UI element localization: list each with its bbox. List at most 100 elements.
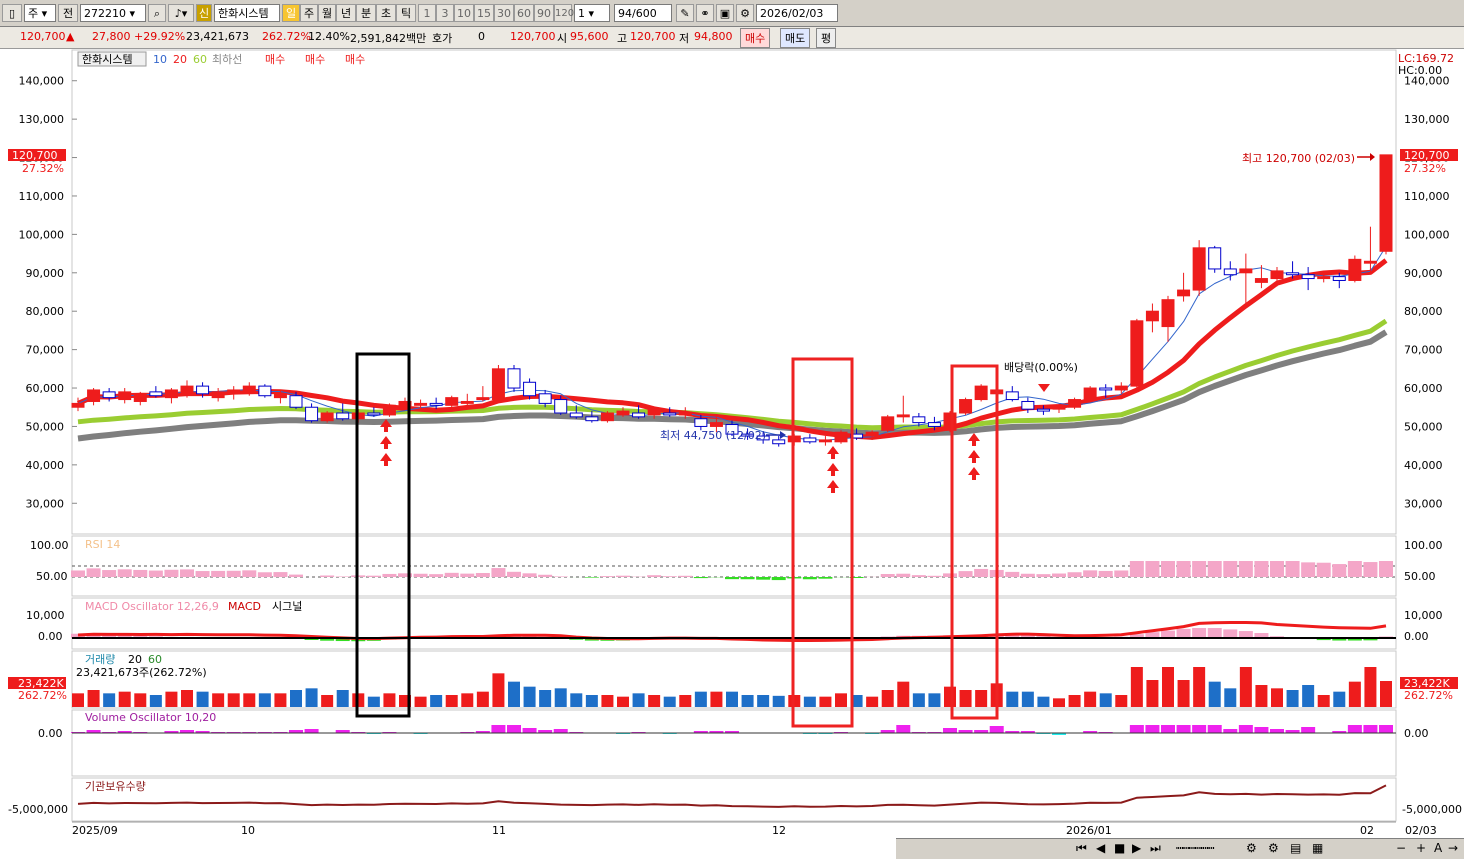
interval-15[interactable]: 15 <box>474 4 494 22</box>
volume-bar <box>1380 681 1392 707</box>
volume-bar <box>1193 667 1205 707</box>
period-select[interactable]: 주 ▾ <box>24 4 56 22</box>
rsi-bar <box>1005 572 1019 577</box>
volume-bar <box>742 695 754 707</box>
tab-day[interactable]: 일 <box>282 4 300 22</box>
y-tick-label-left: 40,000 <box>26 459 65 472</box>
candle-body <box>383 405 395 415</box>
save-icon[interactable]: ▣ <box>716 4 734 22</box>
scroll-track-icon[interactable]: ┉┉┉┉┉┉ <box>1176 841 1213 855</box>
interval-60[interactable]: 60 <box>514 4 534 22</box>
legend-lowline: 최하선 <box>212 52 242 66</box>
rsi-bar <box>273 572 287 577</box>
inst-tick-right: -5,000,000 <box>1402 803 1462 816</box>
price-tag-left: 120,700 <box>12 149 58 162</box>
rsi-bar <box>896 574 910 577</box>
tool-a-icon[interactable]: ⚙ <box>1268 841 1279 855</box>
link-icon[interactable]: ⚭ <box>696 4 714 22</box>
candle-body <box>633 413 645 417</box>
tab-week[interactable]: 주 <box>300 4 318 22</box>
candle-body <box>944 413 956 430</box>
stop-icon[interactable]: ■ <box>1114 841 1125 855</box>
eval-button[interactable]: 평 <box>816 28 836 48</box>
rsi-bar <box>663 576 677 577</box>
tab-tick[interactable]: 틱 <box>396 4 416 22</box>
candle-body <box>1224 269 1236 275</box>
bid-qty: 0 <box>478 30 485 43</box>
rsi-bar <box>772 577 786 580</box>
legend-ma10: 10 <box>153 53 167 66</box>
rsi-bar <box>1021 574 1035 577</box>
volume-bar <box>477 692 489 707</box>
plus-icon[interactable]: + <box>1416 841 1426 855</box>
arrow-right-icon[interactable]: → <box>1448 841 1458 855</box>
y-tick-label-right: 70,000 <box>1404 344 1443 357</box>
vosc-bar <box>554 729 568 733</box>
tab-second[interactable]: 초 <box>376 4 396 22</box>
low-value: 94,800 <box>694 30 733 43</box>
candle-body <box>835 432 847 442</box>
next-icon[interactable]: ▶ <box>1132 841 1141 855</box>
rsi-bar <box>1348 561 1362 577</box>
date-field[interactable]: 2026/02/03 <box>756 4 838 22</box>
volume-bar <box>337 690 349 707</box>
rsi-bar <box>1223 561 1237 577</box>
price-tag-right-pct: 27.32% <box>1404 162 1446 175</box>
candle-body <box>1178 290 1190 296</box>
prev-button[interactable]: 전 <box>58 4 78 22</box>
tool-icon[interactable]: ✎ <box>676 4 694 22</box>
rsi-bar <box>1145 561 1159 577</box>
count-select[interactable]: 1 ▾ <box>574 4 610 22</box>
rsi-bar <box>1068 572 1082 577</box>
speaker-icon[interactable]: ♪▾ <box>168 4 194 22</box>
dividend-annotation: 배당락(0.00%) <box>1004 361 1078 374</box>
interval-3[interactable]: 3 <box>436 4 454 22</box>
last-icon[interactable]: ⏭ <box>1150 841 1161 856</box>
stock-name-field[interactable]: 한화시스템 <box>214 4 280 22</box>
candle-body <box>165 390 177 398</box>
interval-120[interactable]: 120 <box>554 4 572 22</box>
tab-year[interactable]: 년 <box>336 4 356 22</box>
first-icon[interactable]: ⏮ <box>1076 841 1087 856</box>
volume-bar <box>1162 667 1174 707</box>
chart-svg[interactable]: 30,00030,00040,00040,00050,00050,00060,0… <box>0 49 1464 858</box>
chart-area[interactable]: 30,00030,00040,00040,00050,00050,00060,0… <box>0 49 1464 858</box>
tool-b-icon[interactable]: ▤ <box>1290 841 1301 855</box>
tool-c-icon[interactable]: ▦ <box>1312 841 1323 855</box>
interval-10[interactable]: 10 <box>454 4 474 22</box>
interval-1[interactable]: 1 <box>418 4 436 22</box>
buy-button[interactable]: 매수 <box>740 28 770 48</box>
prev-icon[interactable]: ◀ <box>1096 841 1105 855</box>
zoom-icon[interactable]: ⚙ <box>1246 841 1257 855</box>
font-icon[interactable]: A <box>1434 841 1442 855</box>
interval-30[interactable]: 30 <box>494 4 514 22</box>
sell-button[interactable]: 매도 <box>780 28 810 48</box>
volume-bar <box>897 682 909 707</box>
candle-body <box>461 401 473 403</box>
tab-minute[interactable]: 분 <box>356 4 376 22</box>
candle-body <box>321 413 333 421</box>
volume-bar <box>243 693 255 707</box>
rsi-bar <box>491 568 505 577</box>
tab-month[interactable]: 월 <box>318 4 336 22</box>
price-value: 120,700 <box>20 30 66 43</box>
candle-body <box>1053 407 1065 409</box>
bar-total: /600 <box>632 7 657 20</box>
vosc-bar <box>491 725 505 733</box>
macd-osc-label: MACD Oscillator 12,26,9 <box>85 600 219 613</box>
vosc-bar <box>1363 725 1377 733</box>
code-input[interactable]: 272210 ▾ <box>80 4 146 22</box>
bar-count-input[interactable]: 94/600 <box>614 4 672 22</box>
volume-bar <box>1146 680 1158 707</box>
rsi-bar <box>367 576 381 577</box>
search-icon[interactable]: ⌕ <box>148 4 166 22</box>
legend-signal-3: 매수 <box>345 53 365 66</box>
rsi-bar <box>320 576 334 577</box>
logo-button[interactable]: ▯ <box>2 4 22 22</box>
y-tick-label-right: 90,000 <box>1404 267 1443 280</box>
candle-body <box>1255 279 1267 283</box>
minus-icon[interactable]: − <box>1396 841 1406 855</box>
interval-90[interactable]: 90 <box>534 4 554 22</box>
gear-icon[interactable]: ⚙ <box>736 4 754 22</box>
rsi-bar <box>678 576 692 577</box>
